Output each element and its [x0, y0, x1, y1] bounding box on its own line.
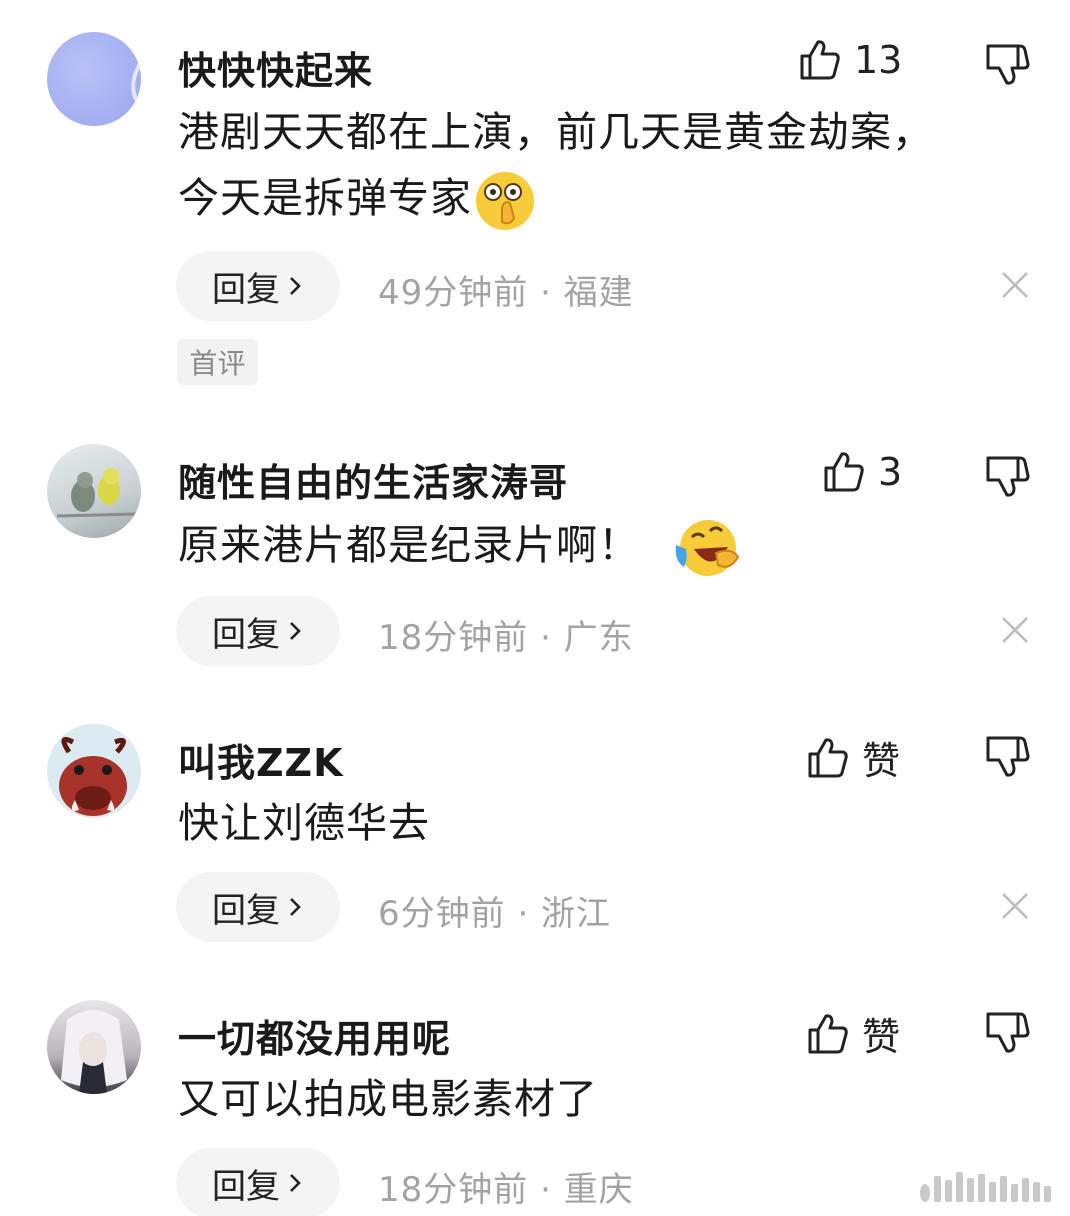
comment-text-line-2: 今天是拆弹专家	[178, 165, 934, 232]
avatar[interactable]	[47, 724, 141, 818]
username[interactable]: 一切都没用用呢	[178, 1008, 451, 1063]
chevron-right-icon	[290, 1174, 301, 1192]
avatar-image	[56, 468, 138, 518]
comment-text: 港剧天天都在上演，前几天是黄金劫案， 今天是拆弹专家	[178, 99, 934, 232]
username[interactable]: 快快快起来	[178, 40, 373, 95]
thumbs-down-icon[interactable]	[982, 732, 1032, 780]
thumbs-up-icon	[824, 452, 864, 492]
avatar-image	[131, 60, 141, 111]
comment-meta: 18分钟前 · 广东	[378, 618, 634, 658]
avatar-image	[59, 737, 127, 816]
avatar[interactable]	[47, 444, 141, 538]
like-button[interactable]: 3	[822, 450, 902, 494]
thumbs-down-icon[interactable]	[982, 452, 1032, 500]
close-icon[interactable]	[1000, 615, 1030, 645]
watermark-logo	[920, 1172, 1051, 1202]
reply-button[interactable]: 回复	[176, 596, 340, 666]
username[interactable]: 叫我ZZK	[178, 732, 344, 787]
comment-meta: 18分钟前 · 重庆	[378, 1170, 634, 1210]
close-icon[interactable]	[1000, 270, 1030, 300]
reply-label: 回复	[212, 614, 280, 655]
reply-label: 回复	[212, 890, 280, 931]
like-button[interactable]: 13	[798, 38, 902, 82]
comment-text: 原来港片都是纪录片啊！	[178, 512, 742, 579]
reply-label: 回复	[212, 269, 280, 310]
username[interactable]: 随性自由的生活家涛哥	[178, 452, 568, 507]
thumbs-up-icon	[800, 40, 840, 80]
chevron-right-icon	[290, 898, 301, 916]
avatar[interactable]	[47, 1000, 141, 1094]
comment-text: 快让刘德华去	[178, 799, 430, 847]
like-label: 赞	[862, 739, 901, 783]
laughing-crying-emoji	[675, 520, 740, 576]
comment-meta: 6分钟前 · 浙江	[378, 894, 612, 934]
first-comment-badge: 首评	[177, 339, 258, 385]
like-label: 赞	[862, 1015, 901, 1059]
close-icon[interactable]	[1000, 891, 1030, 921]
chevron-right-icon	[290, 622, 301, 640]
comment-meta: 49分钟前 · 福建	[378, 273, 634, 313]
like-count: 13	[854, 38, 903, 82]
like-button[interactable]: 赞	[806, 730, 900, 785]
reply-label: 回复	[212, 1166, 280, 1207]
avatar[interactable]	[47, 32, 141, 126]
like-button[interactable]: 赞	[806, 1006, 900, 1061]
comment-text-line: 港剧天天都在上演，前几天是黄金劫案，	[178, 108, 934, 156]
comment-text-line: 今天是拆弹专家	[178, 174, 472, 222]
thumbs-down-icon[interactable]	[982, 1008, 1032, 1056]
thumbs-up-icon	[808, 1013, 848, 1053]
reply-button[interactable]: 回复	[176, 251, 340, 321]
comment-text-line: 原来港片都是纪录片啊！	[178, 521, 640, 569]
chevron-right-icon	[290, 277, 301, 295]
reply-button[interactable]: 回复	[176, 872, 340, 942]
thumbs-up-icon	[808, 737, 848, 777]
reply-button[interactable]: 回复	[176, 1148, 340, 1216]
face-with-hand-over-mouth-emoji	[476, 172, 534, 230]
thumbs-down-icon[interactable]	[982, 40, 1032, 88]
comment-text: 又可以拍成电影素材了	[178, 1075, 598, 1123]
like-count: 3	[878, 450, 903, 494]
avatar-image	[61, 1010, 127, 1094]
